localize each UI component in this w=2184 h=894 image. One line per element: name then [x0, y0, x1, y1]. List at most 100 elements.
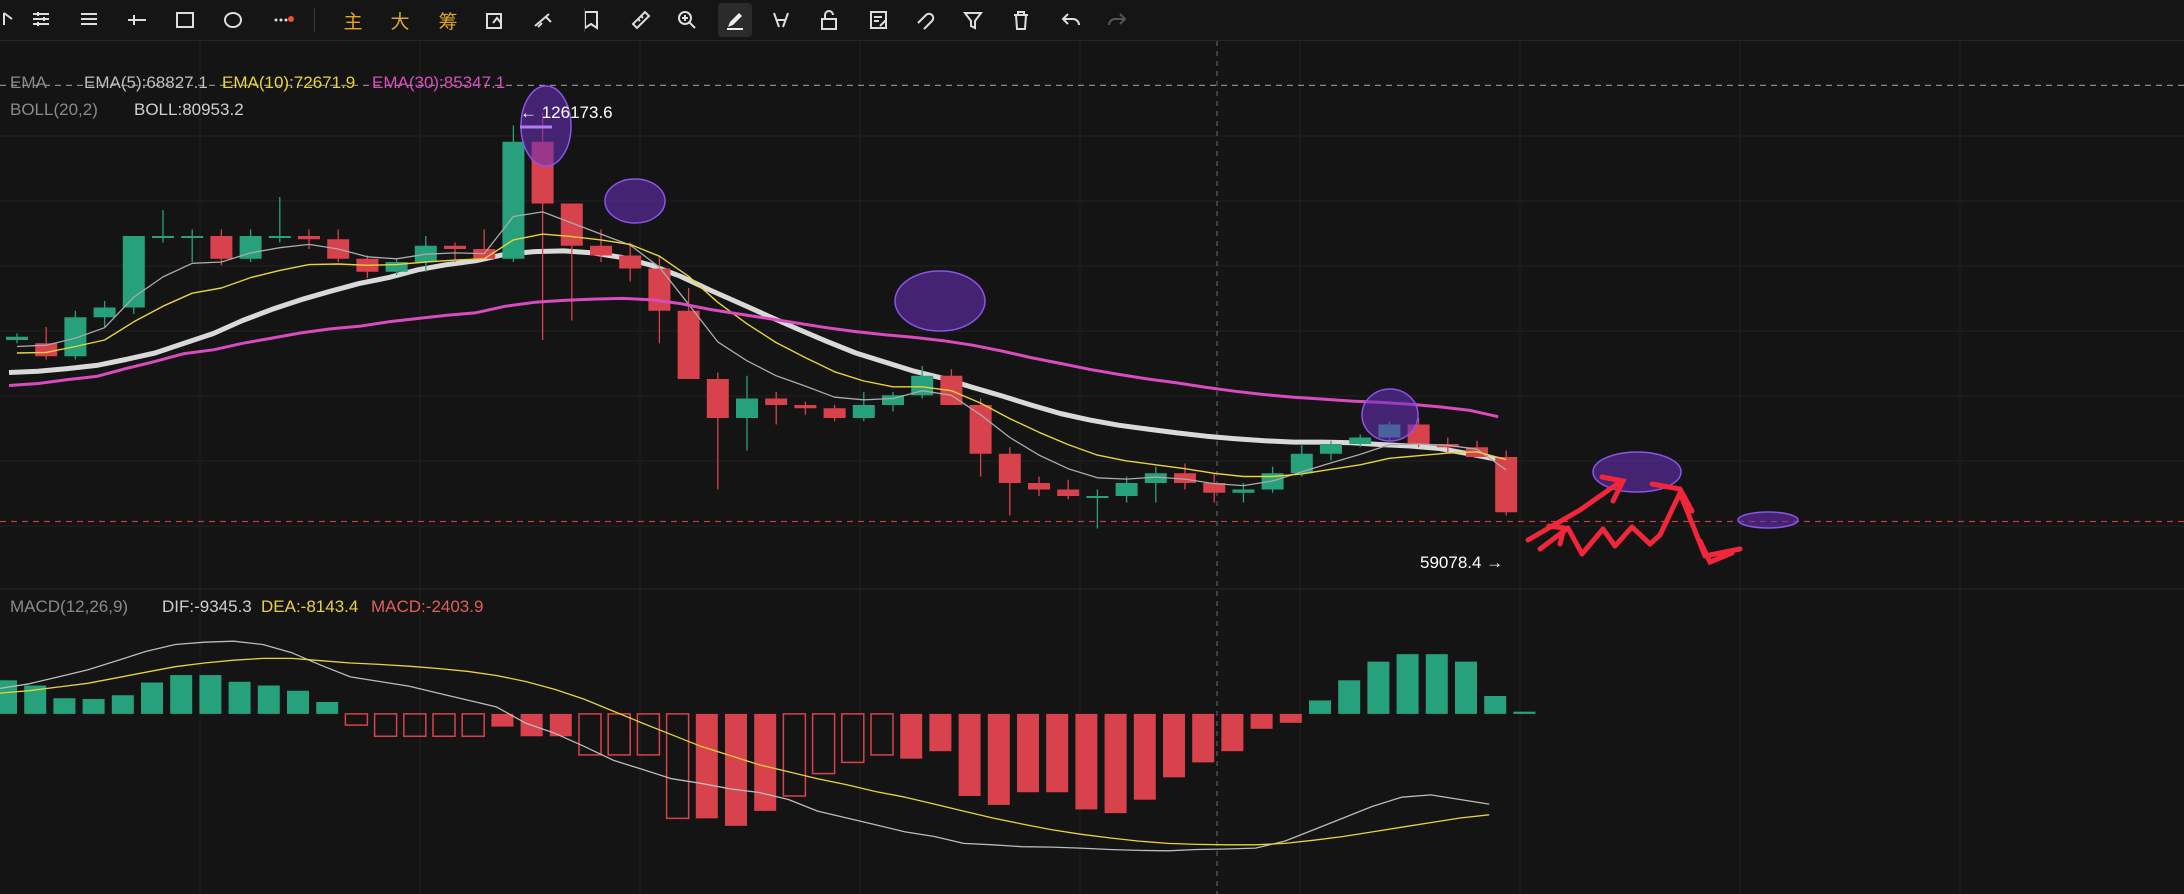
macd-bar — [1484, 695, 1507, 714]
macd-bar — [344, 713, 369, 726]
filter-icon[interactable] — [956, 3, 990, 37]
macd-bar — [900, 713, 923, 759]
boll-line — [8, 248, 1499, 463]
candle-body — [1028, 483, 1050, 490]
large-chart-button[interactable]: 大 — [383, 3, 417, 37]
candle-body — [444, 245, 466, 249]
macd-bar — [1309, 700, 1331, 714]
macd-bar — [1046, 713, 1069, 793]
macd-bar — [1017, 713, 1039, 793]
redo-icon[interactable] — [1100, 3, 1134, 37]
macd-bar — [987, 713, 1010, 805]
macd-bar — [0, 680, 17, 714]
candle-body — [736, 398, 758, 418]
candle-body — [298, 236, 320, 240]
annotation-layer — [520, 85, 1799, 566]
candle-body — [998, 453, 1021, 483]
brush-icon[interactable] — [526, 3, 560, 37]
ema30-legend: EMA(30):85347.1 — [372, 73, 506, 92]
chips-button[interactable]: 筹 — [431, 3, 465, 37]
chart-toolbar: 主大筹 — [0, 0, 2184, 41]
candle-body — [1057, 489, 1080, 496]
boll-legend-name[interactable]: BOLL(20,2) — [10, 100, 98, 120]
ellipse-icon[interactable] — [216, 3, 250, 37]
trash-icon[interactable] — [1004, 3, 1038, 37]
candle-body — [823, 408, 846, 418]
bookmark-icon[interactable] — [574, 3, 608, 37]
candle-body — [210, 236, 233, 259]
macd-bar — [228, 681, 251, 714]
macd-bar — [1221, 713, 1244, 752]
macd-bar — [811, 713, 836, 775]
macd-bar — [782, 713, 807, 797]
toolbar-separator — [584, 8, 585, 32]
ruler-icon[interactable] — [624, 3, 658, 37]
candle-body — [765, 398, 788, 405]
macd-bar — [665, 713, 690, 820]
pencil-icon[interactable] — [718, 3, 752, 37]
candle-body — [794, 405, 817, 409]
macd-bar — [607, 713, 631, 756]
dea-legend: DEA:-8143.4 — [261, 597, 359, 616]
more-icon[interactable] — [266, 3, 300, 37]
macd-bar — [491, 713, 514, 727]
candle-body — [1349, 437, 1372, 444]
rotate-icon[interactable] — [478, 3, 512, 37]
rectangle-icon[interactable] — [168, 3, 202, 37]
macd-bar — [257, 685, 280, 714]
macd-legend-name[interactable]: MACD(12,26,9) — [10, 597, 128, 617]
macd-bar — [373, 713, 398, 738]
candle-body — [852, 405, 875, 418]
macd-bar — [958, 713, 981, 796]
macd-bar — [1513, 711, 1536, 714]
macd-bar — [432, 713, 456, 738]
macd-bar — [82, 698, 105, 714]
candle-body — [677, 310, 700, 379]
macd-bar — [1250, 713, 1273, 729]
candles-series — [6, 112, 1518, 529]
candle-body — [6, 336, 28, 340]
high-price-label: ← 126173.6 — [520, 103, 613, 122]
macd-bar — [870, 713, 894, 756]
ema10-legend: EMA(10):72671.9 — [222, 73, 356, 92]
ema-legend-name[interactable]: EMA — [10, 73, 47, 93]
marker-ellipse — [894, 270, 986, 332]
macd-bar — [1455, 661, 1477, 714]
candle-body — [1290, 453, 1313, 474]
boll-series — [8, 248, 1499, 463]
candle-body — [181, 236, 204, 238]
unlock-icon[interactable] — [812, 3, 846, 37]
candle-body — [1086, 496, 1109, 498]
macd-bar — [53, 698, 76, 714]
macd-bar — [1279, 713, 1302, 723]
macd-bar — [199, 675, 222, 714]
candle-body — [502, 141, 525, 259]
measure-icon[interactable] — [908, 3, 942, 37]
magnet-icon[interactable] — [764, 3, 798, 37]
candle-body — [706, 379, 729, 418]
candle-body — [1115, 483, 1138, 496]
macd-bar — [1075, 713, 1098, 810]
macd-bar — [695, 713, 718, 819]
note-icon[interactable] — [862, 3, 896, 37]
cross-line-icon[interactable] — [120, 3, 154, 37]
undo-icon[interactable] — [1054, 3, 1088, 37]
macd-bar — [287, 690, 309, 714]
macd-bar — [111, 695, 134, 714]
boll-legend: BOLL:80953.2 — [134, 100, 244, 119]
candle-body — [64, 317, 87, 357]
zoom-icon[interactable] — [670, 3, 704, 37]
macd-bar — [1425, 654, 1448, 714]
menu-lines-icon[interactable] — [24, 3, 58, 37]
candle-body — [648, 268, 671, 311]
chart-area[interactable] — [0, 41, 2184, 894]
macd-bar — [1133, 713, 1156, 800]
candle-body — [619, 255, 642, 269]
ema5-legend: EMA(5):68827.1 — [84, 73, 208, 92]
main-chart-button[interactable]: 主 — [336, 3, 370, 37]
marker-ellipse — [1361, 388, 1419, 442]
candle-body — [93, 307, 116, 318]
list-icon[interactable] — [72, 3, 106, 37]
macd-bar — [1192, 713, 1215, 763]
macd-bar — [1163, 713, 1185, 778]
